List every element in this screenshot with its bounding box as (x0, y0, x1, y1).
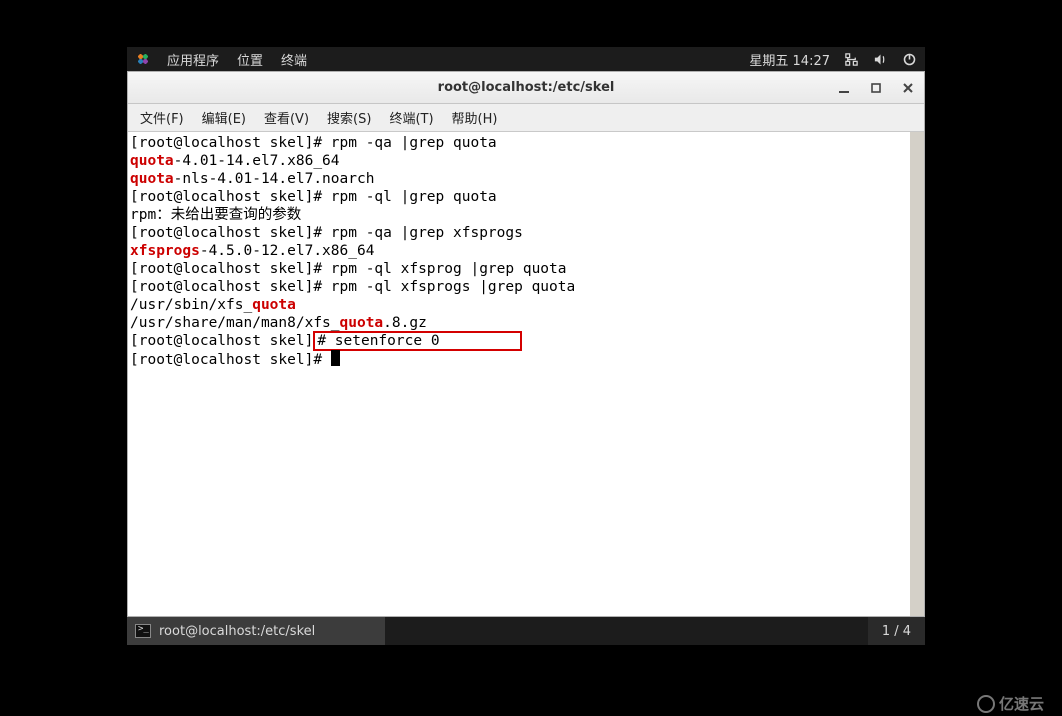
terminal-line: rpm：未给出要查询的参数 (130, 206, 908, 224)
menu-terminal[interactable]: 终端 (281, 50, 307, 69)
terminal-line: /usr/sbin/xfs_quota (130, 296, 908, 314)
minimize-button[interactable] (836, 80, 852, 96)
terminal-line: [root@localhost skel]# setenforce 0 (130, 332, 908, 350)
terminal-output[interactable]: [root@localhost skel]# rpm -qa |grep quo… (128, 132, 924, 616)
menu-file[interactable]: 文件(F) (132, 105, 192, 130)
clock[interactable]: 星期五 14:27 (749, 50, 830, 69)
watermark-logo-icon (977, 695, 995, 713)
cursor (331, 350, 340, 366)
activities-logo-icon (137, 53, 149, 65)
terminal-line: [root@localhost skel]# rpm -ql |grep quo… (130, 188, 908, 206)
menu-search[interactable]: 搜索(S) (319, 105, 379, 130)
close-button[interactable] (900, 80, 916, 96)
terminal-line: [root@localhost skel]# rpm -qa |grep xfs… (130, 224, 908, 242)
gnome-top-panel: 应用程序 位置 终端 星期五 14:27 (127, 47, 925, 71)
window-titlebar[interactable]: root@localhost:/etc/skel (128, 72, 924, 104)
window-title: root@localhost:/etc/skel (438, 80, 615, 95)
terminal-menubar: 文件(F) 编辑(E) 查看(V) 搜索(S) 终端(T) 帮助(H) (128, 104, 924, 132)
watermark-text: 亿速云 (999, 693, 1044, 714)
power-icon[interactable] (902, 52, 917, 67)
taskbar-terminal-item[interactable]: root@localhost:/etc/skel (127, 617, 385, 645)
menu-help[interactable]: 帮助(H) (444, 105, 506, 130)
workspace-indicator[interactable]: 1 / 4 (868, 617, 925, 645)
terminal-line: quota-4.01-14.el7.x86_64 (130, 152, 908, 170)
watermark: 亿速云 (977, 693, 1044, 714)
terminal-line: /usr/share/man/man8/xfs_quota.8.gz (130, 314, 908, 332)
menu-term[interactable]: 终端(T) (381, 105, 441, 130)
terminal-icon (135, 624, 151, 638)
network-icon[interactable] (844, 52, 859, 67)
desktop: 应用程序 位置 终端 星期五 14:27 root@localhost:/etc… (127, 47, 925, 645)
taskbar-app-label: root@localhost:/etc/skel (159, 624, 315, 639)
maximize-button[interactable] (868, 80, 884, 96)
terminal-line: [root@localhost skel]# rpm -ql xfsprog |… (130, 260, 908, 278)
terminal-line: [root@localhost skel]# (130, 350, 908, 369)
menu-places[interactable]: 位置 (237, 50, 263, 69)
terminal-line: quota-nls-4.01-14.el7.noarch (130, 170, 908, 188)
menu-applications[interactable]: 应用程序 (167, 50, 219, 69)
menu-edit[interactable]: 编辑(E) (194, 105, 254, 130)
volume-icon[interactable] (873, 52, 888, 67)
terminal-line: xfsprogs-4.5.0-12.el7.x86_64 (130, 242, 908, 260)
terminal-line: [root@localhost skel]# rpm -qa |grep quo… (130, 134, 908, 152)
menu-view[interactable]: 查看(V) (256, 105, 317, 130)
terminal-window: root@localhost:/etc/skel 文件(F) 编辑(E) 查看(… (127, 71, 925, 617)
terminal-line: [root@localhost skel]# rpm -ql xfsprogs … (130, 278, 908, 296)
gnome-bottom-panel: root@localhost:/etc/skel 1 / 4 (127, 617, 925, 645)
